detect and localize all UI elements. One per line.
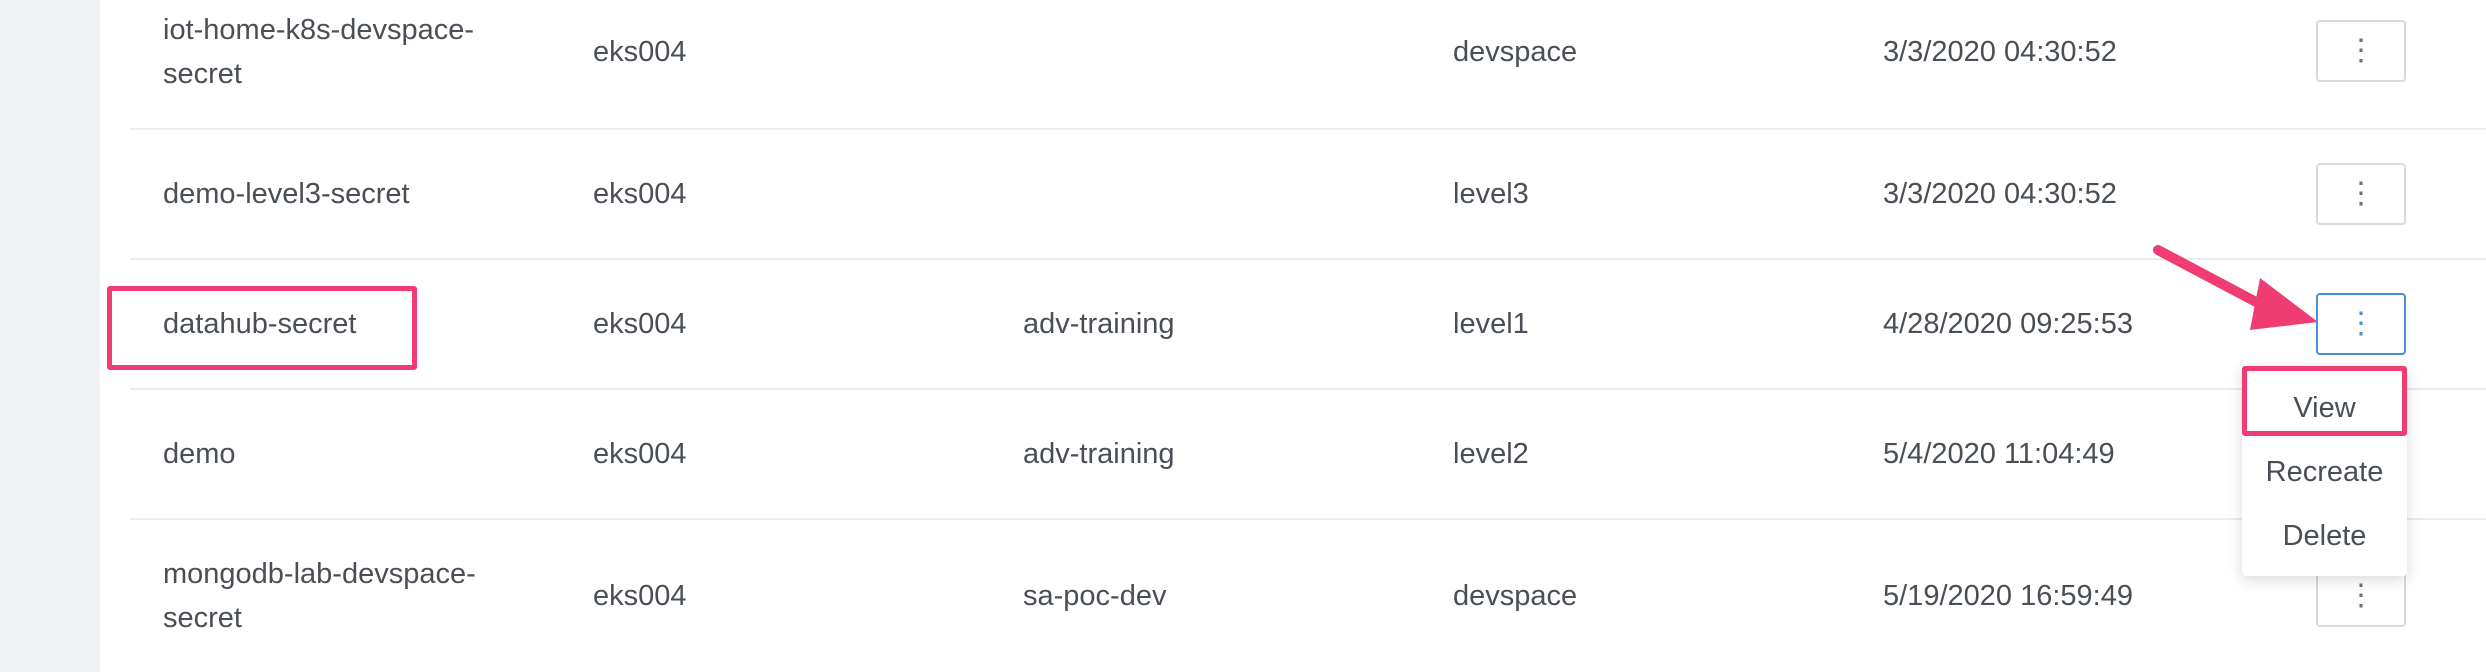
secret-name-line2: secret (163, 602, 242, 634)
namespace-cell: adv-training (1023, 308, 1175, 340)
table-row[interactable]: iot-home-k8s-devspace- secret eks004 dev… (130, 0, 2486, 130)
cluster-cell: eks004 (593, 580, 687, 612)
kebab-icon: ⋮ (2346, 307, 2376, 340)
secret-name[interactable]: demo-level3-secret (163, 172, 523, 216)
cluster-cell: eks004 (593, 308, 687, 340)
table-row[interactable]: mongodb-lab-devspace- secret eks004 sa-p… (130, 520, 2486, 672)
secret-name[interactable]: demo (163, 432, 523, 476)
namespace-cell: sa-poc-dev (1023, 580, 1167, 612)
table-row[interactable]: demo-level3-secret eks004 level3 3/3/202… (130, 130, 2486, 260)
created-cell: 4/28/2020 09:25:53 (1883, 308, 2133, 340)
row-actions-button[interactable]: ⋮ (2316, 163, 2406, 225)
secret-name-line2: secret (163, 58, 242, 90)
kebab-icon: ⋮ (2346, 34, 2376, 67)
space-cell: level3 (1453, 178, 1529, 210)
cluster-cell: eks004 (593, 36, 687, 68)
created-cell: 3/3/2020 04:30:52 (1883, 36, 2117, 68)
space-cell: level1 (1453, 308, 1529, 340)
namespace-cell: adv-training (1023, 438, 1175, 470)
space-cell: level2 (1453, 438, 1529, 470)
created-cell: 5/4/2020 11:04:49 (1883, 438, 2115, 470)
space-cell: devspace (1453, 580, 1578, 612)
view-highlight-annotation (2242, 366, 2407, 436)
menu-item-delete[interactable]: Delete (2242, 514, 2407, 558)
secret-name[interactable]: iot-home-k8s-devspace- secret (163, 8, 523, 96)
pointer-arrow-icon (2153, 245, 2318, 330)
cluster-cell: eks004 (593, 438, 687, 470)
table-row[interactable]: demo eks004 adv-training level2 5/4/2020… (130, 390, 2486, 520)
created-cell: 5/19/2020 16:59:49 (1883, 580, 2133, 612)
left-rail (0, 0, 100, 672)
secrets-table: iot-home-k8s-devspace- secret eks004 dev… (100, 0, 2486, 672)
cluster-cell: eks004 (593, 178, 687, 210)
secret-name[interactable]: mongodb-lab-devspace- secret (163, 552, 523, 640)
menu-item-recreate[interactable]: Recreate (2242, 450, 2407, 494)
row-actions-button[interactable]: ⋮ (2316, 20, 2406, 82)
secret-name-line1: iot-home-k8s-devspace- (163, 14, 475, 46)
created-cell: 3/3/2020 04:30:52 (1883, 178, 2117, 210)
kebab-icon: ⋮ (2346, 579, 2376, 612)
space-cell: devspace (1453, 36, 1578, 68)
kebab-icon: ⋮ (2346, 177, 2376, 210)
secret-name-line1: mongodb-lab-devspace- (163, 558, 476, 590)
table-row[interactable]: datahub-secret eks004 adv-training level… (130, 260, 2486, 390)
name-highlight-annotation (107, 286, 417, 370)
